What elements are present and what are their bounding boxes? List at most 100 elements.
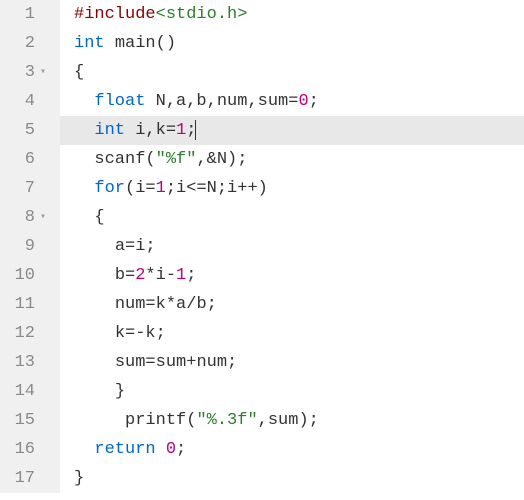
code-content[interactable]: }: [60, 377, 524, 406]
code-content[interactable]: num=k*a/b;: [60, 290, 524, 319]
line-number: 3: [25, 58, 35, 87]
code-content[interactable]: a=i;: [60, 232, 524, 261]
token: }: [115, 382, 125, 401]
token: =: [145, 179, 155, 198]
token: 1: [176, 266, 186, 285]
code-line[interactable]: 9 a=i;: [0, 232, 524, 261]
gutter: 11: [0, 290, 60, 319]
token: ,sum);: [258, 411, 319, 430]
token: =: [125, 237, 135, 256]
gutter: 4: [0, 87, 60, 116]
token: *: [145, 266, 155, 285]
token: +: [186, 353, 196, 372]
gutter: 2: [0, 29, 60, 58]
token: b;: [196, 295, 216, 314]
code-content[interactable]: sum=sum+num;: [60, 348, 524, 377]
gutter: 7: [0, 174, 60, 203]
code-content[interactable]: printf("%.3f",sum);: [60, 406, 524, 435]
code-line[interactable]: 11 num=k*a/b;: [0, 290, 524, 319]
token: ;: [186, 266, 196, 285]
token: -: [166, 266, 176, 285]
line-number: 15: [15, 406, 35, 435]
token: sum: [115, 353, 146, 372]
line-number: 10: [15, 261, 35, 290]
fold-toggle-icon[interactable]: ▾: [38, 58, 46, 87]
gutter: 5: [0, 116, 60, 145]
token: =: [166, 121, 176, 140]
line-number: 8: [25, 203, 35, 232]
token: =: [145, 295, 155, 314]
code-content[interactable]: return 0;: [60, 435, 524, 464]
gutter: 10: [0, 261, 60, 290]
code-line[interactable]: 14 }: [0, 377, 524, 406]
code-content[interactable]: float N,a,b,num,sum=0;: [60, 87, 524, 116]
code-line[interactable]: 6 scanf("%f",&N);: [0, 145, 524, 174]
token: printf: [125, 411, 186, 430]
token: a: [115, 237, 125, 256]
token: num: [115, 295, 146, 314]
code-line[interactable]: 2int main(): [0, 29, 524, 58]
code-line[interactable]: 7 for(i=1;i<=N;i++): [0, 174, 524, 203]
code-line[interactable]: 15 printf("%.3f",sum);: [0, 406, 524, 435]
code-content[interactable]: for(i=1;i<=N;i++): [60, 174, 524, 203]
token: main: [115, 34, 156, 53]
code-line[interactable]: 10 b=2*i-1;: [0, 261, 524, 290]
line-number: 16: [15, 435, 35, 464]
token: int: [94, 121, 125, 140]
token: {: [94, 208, 104, 227]
line-number: 7: [25, 174, 35, 203]
line-number: 4: [25, 87, 35, 116]
code-line[interactable]: 1#include<stdio.h>: [0, 0, 524, 29]
line-number: 14: [15, 377, 35, 406]
token: for: [94, 179, 125, 198]
token: sum: [156, 353, 187, 372]
code-line[interactable]: 13 sum=sum+num;: [0, 348, 524, 377]
line-number: 12: [15, 319, 35, 348]
code-content[interactable]: b=2*i-1;: [60, 261, 524, 290]
token: int: [74, 34, 105, 53]
gutter: 14: [0, 377, 60, 406]
code-line[interactable]: 5 int i,k=1;: [0, 116, 524, 145]
text-cursor: [195, 120, 196, 140]
token: ;: [176, 440, 186, 459]
token: (: [186, 411, 196, 430]
token: [156, 440, 166, 459]
line-number: 11: [15, 290, 35, 319]
token: =-: [125, 324, 145, 343]
code-line[interactable]: 16 return 0;: [0, 435, 524, 464]
token: #include: [74, 5, 156, 24]
gutter: 12: [0, 319, 60, 348]
token: (i: [125, 179, 145, 198]
token: return: [94, 440, 155, 459]
code-line[interactable]: 12 k=-k;: [0, 319, 524, 348]
token: ,&N);: [196, 150, 247, 169]
code-line[interactable]: 4 float N,a,b,num,sum=0;: [0, 87, 524, 116]
code-line[interactable]: 3▾{: [0, 58, 524, 87]
token: i;: [135, 237, 155, 256]
code-content[interactable]: #include<stdio.h>: [60, 0, 524, 29]
token: }: [74, 469, 84, 488]
code-content[interactable]: {: [60, 203, 524, 232]
token: N,a,b,num,sum: [145, 92, 288, 111]
code-editor[interactable]: 1#include<stdio.h>2int main()3▾{4 float …: [0, 0, 524, 493]
gutter: 1: [0, 0, 60, 29]
token: 0: [166, 440, 176, 459]
code-content[interactable]: {: [60, 58, 524, 87]
code-content[interactable]: k=-k;: [60, 319, 524, 348]
line-number: 6: [25, 145, 35, 174]
code-content[interactable]: int i,k=1;: [60, 116, 524, 145]
token: [105, 34, 115, 53]
code-line[interactable]: 8▾ {: [0, 203, 524, 232]
gutter: 3▾: [0, 58, 60, 87]
fold-toggle-icon[interactable]: ▾: [38, 203, 46, 232]
code-content[interactable]: scanf("%f",&N);: [60, 145, 524, 174]
token: 1: [156, 179, 166, 198]
token: scanf: [94, 150, 145, 169]
gutter: 16: [0, 435, 60, 464]
token: float: [94, 92, 145, 111]
code-content[interactable]: }: [60, 464, 524, 493]
code-content[interactable]: int main(): [60, 29, 524, 58]
code-line[interactable]: 17}: [0, 464, 524, 493]
gutter: 8▾: [0, 203, 60, 232]
token: ;: [309, 92, 319, 111]
